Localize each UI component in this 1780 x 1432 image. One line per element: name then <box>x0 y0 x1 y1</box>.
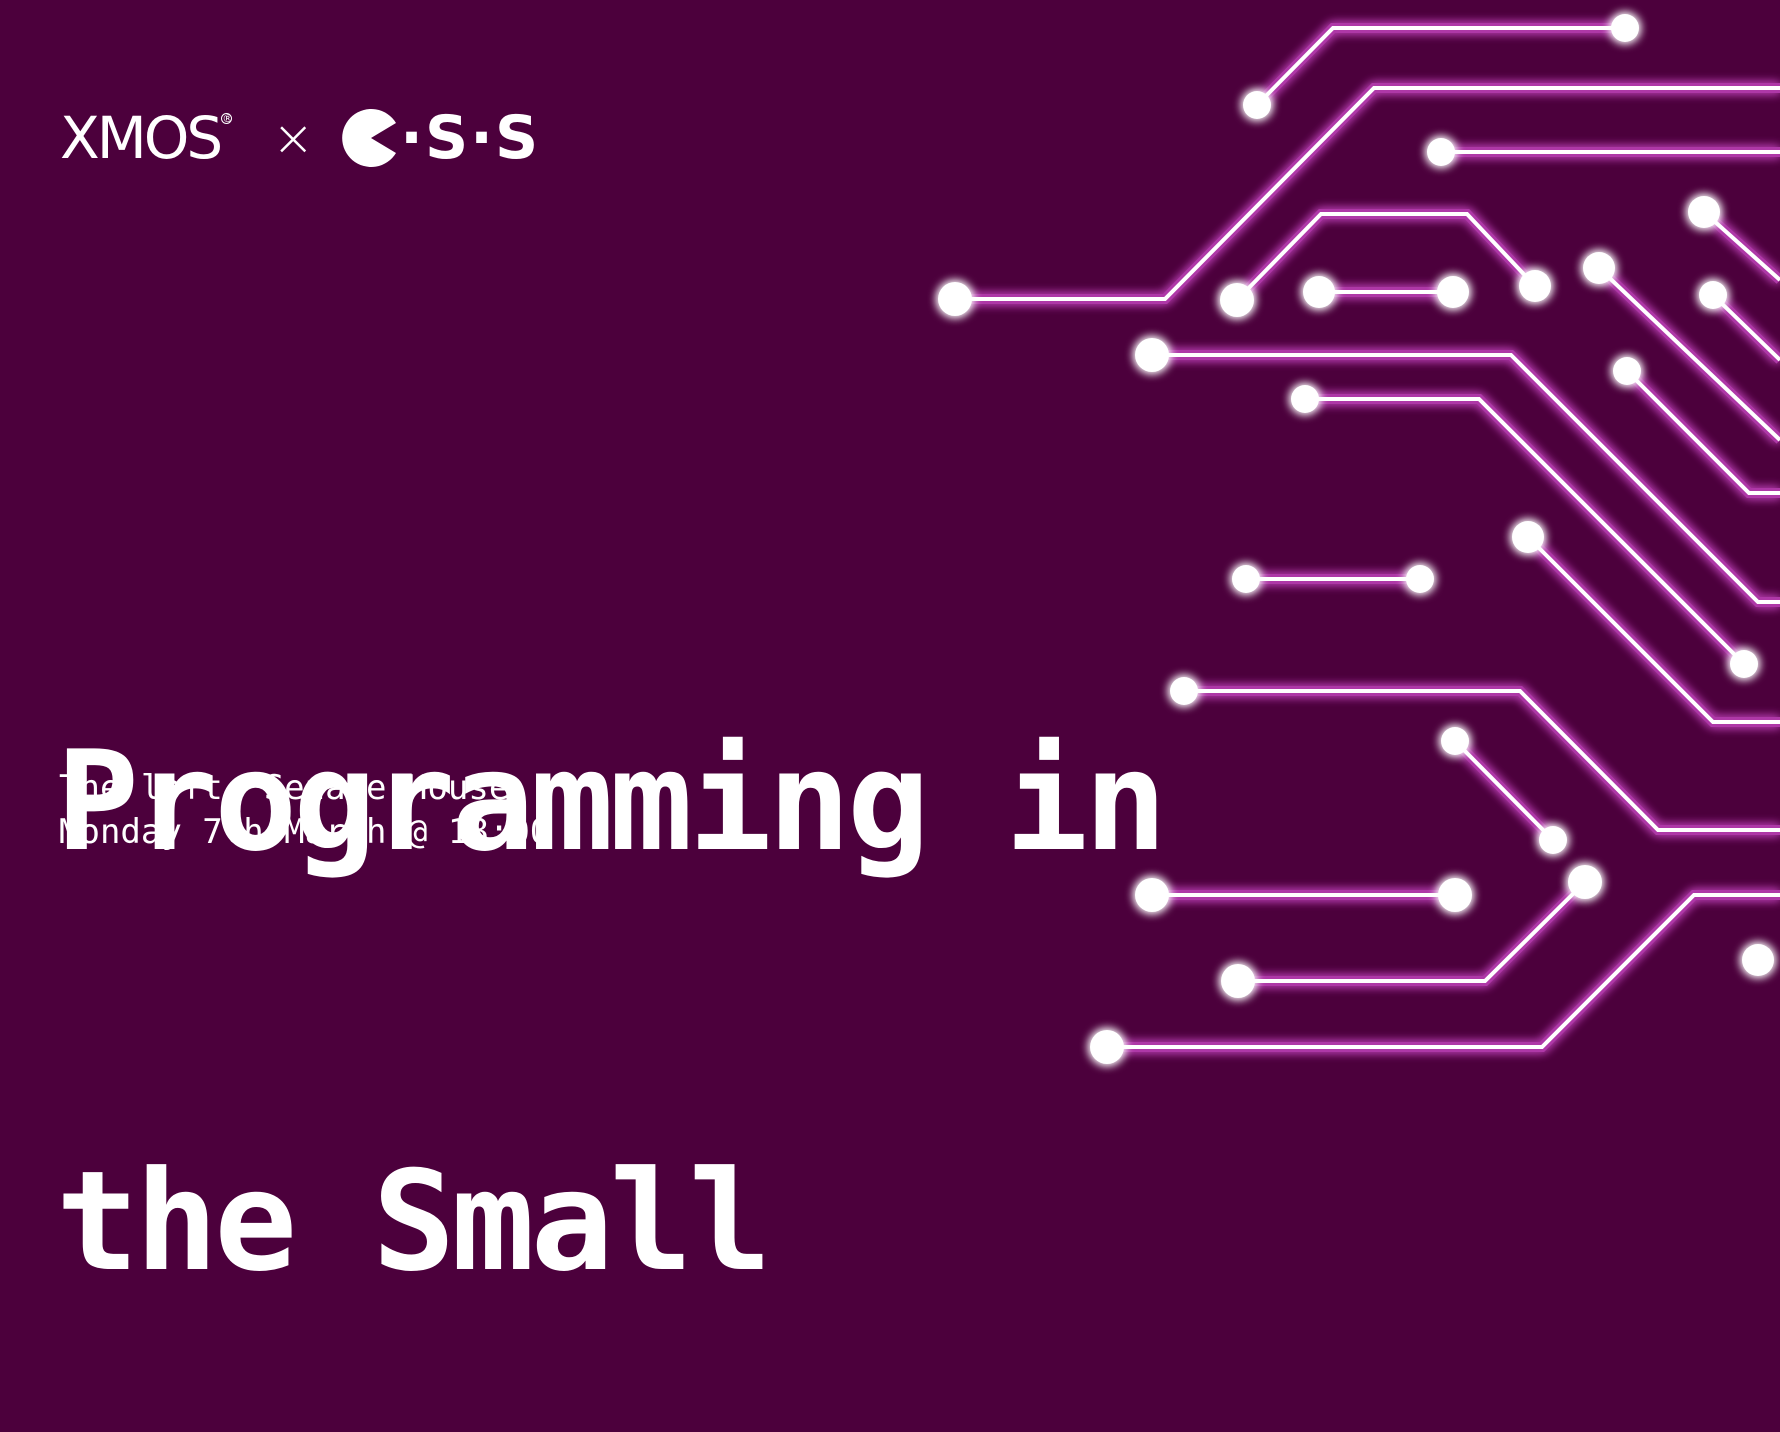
pacman-icon <box>342 109 397 167</box>
xmos-logo: XMOS ® <box>60 109 233 167</box>
title-line-2: the Small <box>56 1141 772 1302</box>
event-details: The loft, Senate House Monday 7th March … <box>59 766 550 854</box>
collaboration-separator: × <box>272 109 315 167</box>
registered-mark: ® <box>221 112 234 125</box>
event-venue: The loft, Senate House <box>59 768 510 808</box>
css-logo: ·S·S <box>342 108 540 168</box>
xmos-wordmark: XMOS <box>60 104 223 172</box>
css-wordmark: ·S·S <box>400 103 541 173</box>
event-title: Programming in the Small <box>56 452 1167 1432</box>
partner-logos: XMOS ® × ·S·S <box>60 108 540 168</box>
event-datetime: Monday 7th March @ 18:00 <box>59 812 551 852</box>
